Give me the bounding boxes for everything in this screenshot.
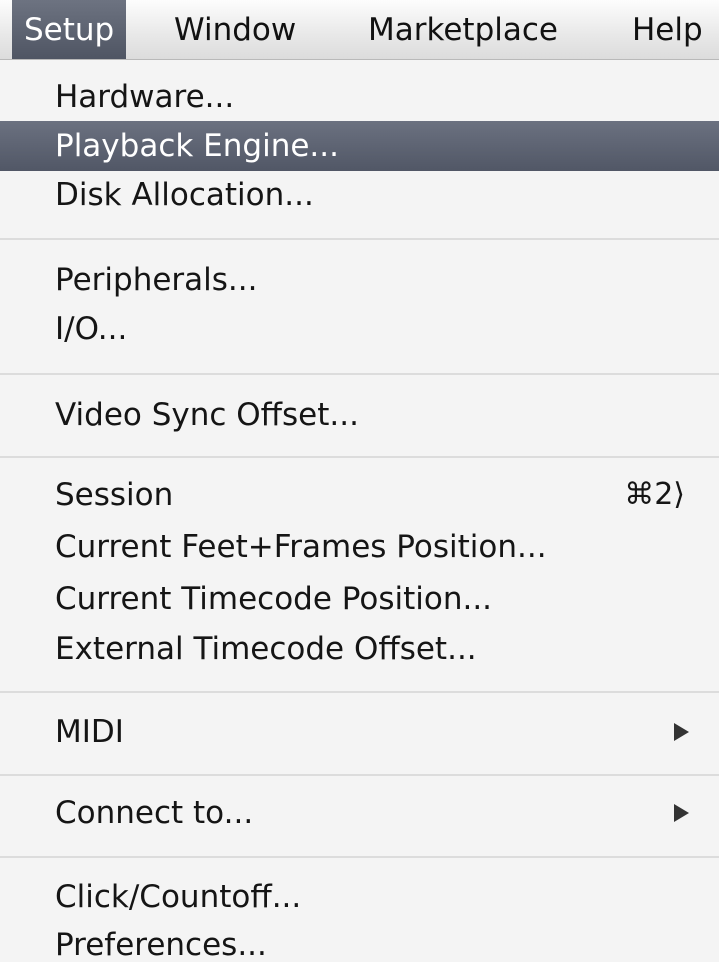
menu-item-current-timecode-position[interactable]: Current Timecode Position... (0, 574, 719, 624)
menu-item-preferences[interactable]: Preferences... (0, 920, 719, 962)
menu-item-hardware[interactable]: Hardware... (0, 72, 719, 122)
menu-item-label: MIDI (55, 714, 124, 750)
menubar-item-window[interactable]: Window (162, 0, 308, 59)
menu-separator (0, 238, 719, 240)
chevron-right-icon (674, 804, 689, 822)
menu-separator (0, 373, 719, 375)
menu-item-label: Disk Allocation... (55, 177, 314, 213)
menu-separator (0, 856, 719, 858)
menu-item-label: Video Sync Offset... (55, 397, 359, 433)
menu-item-label: Preferences... (55, 927, 267, 962)
menu-item-midi[interactable]: MIDI (0, 707, 719, 757)
menu-separator (0, 456, 719, 458)
menu-item-click-countoff[interactable]: Click/Countoff... (0, 872, 719, 922)
menubar-item-marketplace[interactable]: Marketplace (356, 0, 570, 59)
menu-item-io[interactable]: I/O... (0, 304, 719, 354)
menu-item-peripherals[interactable]: Peripherals... (0, 255, 719, 305)
menu-item-current-feet-frames-position[interactable]: Current Feet+Frames Position... (0, 522, 719, 572)
menubar-item-help[interactable]: Help (620, 0, 715, 59)
menu-item-label: External Timecode Offset... (55, 631, 477, 667)
menu-bar: Setup Window Marketplace Help (0, 0, 719, 60)
menu-separator (0, 774, 719, 776)
menu-item-video-sync-offset[interactable]: Video Sync Offset... (0, 390, 719, 440)
menu-separator (0, 691, 719, 693)
menu-item-label: Current Timecode Position... (55, 581, 493, 617)
menu-item-label: Playback Engine... (55, 128, 339, 164)
setup-menu-dropdown: Hardware... Playback Engine... Disk Allo… (0, 60, 719, 962)
chevron-right-icon (674, 723, 689, 741)
menu-item-connect-to[interactable]: Connect to... (0, 788, 719, 838)
menu-item-playback-engine[interactable]: Playback Engine... (0, 121, 719, 171)
menu-item-label: Click/Countoff... (55, 879, 302, 915)
menu-item-label: Peripherals... (55, 262, 258, 298)
menu-item-external-timecode-offset[interactable]: External Timecode Offset... (0, 624, 719, 674)
menu-item-disk-allocation[interactable]: Disk Allocation... (0, 170, 719, 220)
menu-item-label: Current Feet+Frames Position... (55, 529, 547, 565)
menu-item-label: I/O... (55, 311, 128, 347)
menu-item-label: Connect to... (55, 795, 254, 831)
menu-item-label: Session (55, 477, 174, 513)
menu-item-session[interactable]: Session ⌘2⟩ (0, 470, 719, 520)
command-key-icon: ⌘2⟩ (624, 477, 685, 512)
menubar-item-setup[interactable]: Setup (12, 0, 127, 59)
menu-item-label: Hardware... (55, 79, 235, 115)
